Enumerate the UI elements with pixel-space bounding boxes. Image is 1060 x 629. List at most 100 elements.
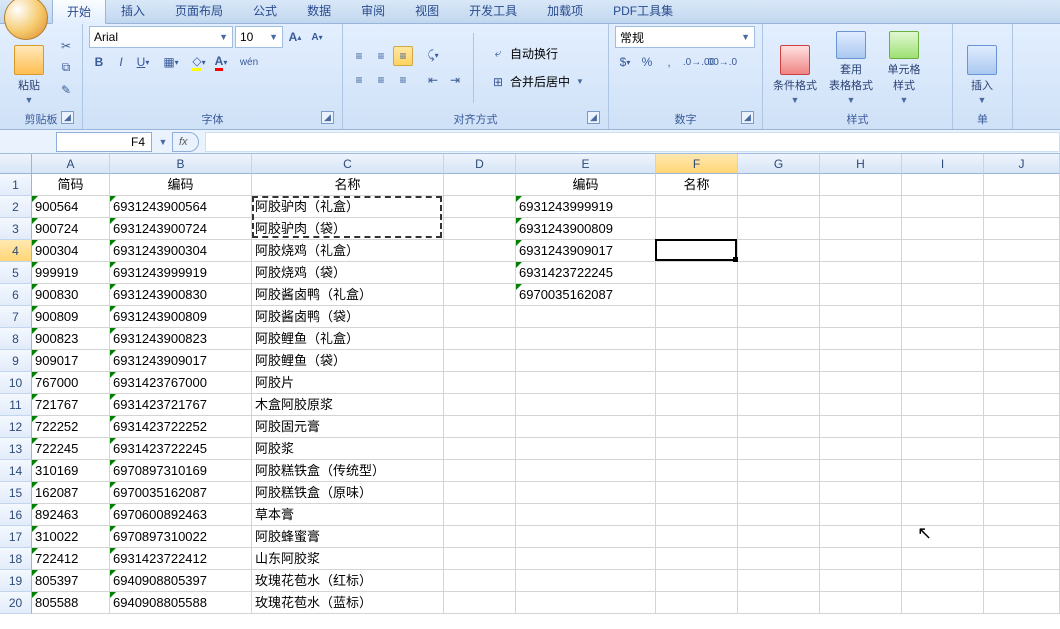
cell-A13[interactable]: 722245 [32, 438, 110, 460]
cell-A10[interactable]: 767000 [32, 372, 110, 394]
number-dialog-launcher[interactable]: ◢ [741, 111, 754, 124]
cell-F3[interactable] [656, 218, 738, 240]
decrease-decimal-button[interactable]: .00→.0 [711, 52, 731, 72]
row-header-8[interactable]: 8 [0, 328, 32, 350]
cell-B9[interactable]: 6931243909017 [110, 350, 252, 372]
cell-A9[interactable]: 909017 [32, 350, 110, 372]
conditional-format-button[interactable]: 条件格式 ▼ [769, 29, 821, 107]
cell-J7[interactable] [984, 306, 1060, 328]
row-header-11[interactable]: 11 [0, 394, 32, 416]
cell-D13[interactable] [444, 438, 516, 460]
cell-E2[interactable]: 6931243999919 [516, 196, 656, 218]
cell-D14[interactable] [444, 460, 516, 482]
cell-A8[interactable]: 900823 [32, 328, 110, 350]
cell-A7[interactable]: 900809 [32, 306, 110, 328]
cell-B4[interactable]: 6931243900304 [110, 240, 252, 262]
name-box-dropdown[interactable]: ▼ [154, 132, 172, 152]
align-center-button[interactable]: ≡ [371, 70, 391, 90]
row-header-18[interactable]: 18 [0, 548, 32, 570]
cell-I3[interactable] [902, 218, 984, 240]
cell-G12[interactable] [738, 416, 820, 438]
cell-D11[interactable] [444, 394, 516, 416]
cell-G17[interactable] [738, 526, 820, 548]
fx-button[interactable]: fx [172, 132, 199, 152]
cell-C5[interactable]: 阿胶烧鸡（袋） [252, 262, 444, 284]
cell-A20[interactable]: 805588 [32, 592, 110, 614]
select-all-corner[interactable] [0, 154, 32, 174]
cut-button[interactable]: ✂ [56, 36, 76, 56]
row-header-20[interactable]: 20 [0, 592, 32, 614]
cell-C15[interactable]: 阿胶糕铁盒（原味） [252, 482, 444, 504]
cell-B16[interactable]: 6970600892463 [110, 504, 252, 526]
cell-A17[interactable]: 310022 [32, 526, 110, 548]
cell-H14[interactable] [820, 460, 902, 482]
cell-J4[interactable] [984, 240, 1060, 262]
cell-A15[interactable]: 162087 [32, 482, 110, 504]
cell-C12[interactable]: 阿胶固元膏 [252, 416, 444, 438]
align-left-button[interactable]: ≡ [349, 70, 369, 90]
bold-button[interactable]: B [89, 52, 109, 72]
font-dialog-launcher[interactable]: ◢ [321, 111, 334, 124]
cell-E10[interactable] [516, 372, 656, 394]
cell-F19[interactable] [656, 570, 738, 592]
cell-D20[interactable] [444, 592, 516, 614]
row-header-15[interactable]: 15 [0, 482, 32, 504]
col-header-J[interactable]: J [984, 154, 1060, 174]
cell-G20[interactable] [738, 592, 820, 614]
cell-E11[interactable] [516, 394, 656, 416]
cell-C16[interactable]: 草本膏 [252, 504, 444, 526]
cell-F10[interactable] [656, 372, 738, 394]
cell-D16[interactable] [444, 504, 516, 526]
cell-B1[interactable]: 编码 [110, 174, 252, 196]
ribbon-tab-0[interactable]: 开始 [52, 0, 106, 24]
row-header-16[interactable]: 16 [0, 504, 32, 526]
cell-A4[interactable]: 900304 [32, 240, 110, 262]
currency-button[interactable]: $▾ [615, 52, 635, 72]
cell-D8[interactable] [444, 328, 516, 350]
row-header-10[interactable]: 10 [0, 372, 32, 394]
cell-H5[interactable] [820, 262, 902, 284]
cell-B17[interactable]: 6970897310022 [110, 526, 252, 548]
col-header-A[interactable]: A [32, 154, 110, 174]
cell-B6[interactable]: 6931243900830 [110, 284, 252, 306]
format-as-table-button[interactable]: 套用 表格格式 ▼ [825, 29, 877, 107]
cell-I8[interactable] [902, 328, 984, 350]
cell-D7[interactable] [444, 306, 516, 328]
cell-F6[interactable] [656, 284, 738, 306]
row-header-14[interactable]: 14 [0, 460, 32, 482]
cell-D5[interactable] [444, 262, 516, 284]
cell-D15[interactable] [444, 482, 516, 504]
cell-E18[interactable] [516, 548, 656, 570]
cell-B8[interactable]: 6931243900823 [110, 328, 252, 350]
cell-G2[interactable] [738, 196, 820, 218]
col-header-C[interactable]: C [252, 154, 444, 174]
border-button[interactable]: ▦▾ [161, 52, 181, 72]
row-header-5[interactable]: 5 [0, 262, 32, 284]
cell-B7[interactable]: 6931243900809 [110, 306, 252, 328]
cell-I14[interactable] [902, 460, 984, 482]
cell-G16[interactable] [738, 504, 820, 526]
cell-D6[interactable] [444, 284, 516, 306]
underline-button[interactable]: U▾ [133, 52, 153, 72]
cell-C20[interactable]: 玫瑰花苞水（蓝标） [252, 592, 444, 614]
ribbon-tab-2[interactable]: 页面布局 [160, 0, 238, 23]
cell-B3[interactable]: 6931243900724 [110, 218, 252, 240]
cell-E20[interactable] [516, 592, 656, 614]
cell-J8[interactable] [984, 328, 1060, 350]
cell-D2[interactable] [444, 196, 516, 218]
cell-B2[interactable]: 6931243900564 [110, 196, 252, 218]
align-top-button[interactable]: ≡ [349, 46, 369, 66]
col-header-H[interactable]: H [820, 154, 902, 174]
cell-D3[interactable] [444, 218, 516, 240]
cell-I10[interactable] [902, 372, 984, 394]
cell-E19[interactable] [516, 570, 656, 592]
cell-I4[interactable] [902, 240, 984, 262]
cell-G1[interactable] [738, 174, 820, 196]
cell-I6[interactable] [902, 284, 984, 306]
cell-B15[interactable]: 6970035162087 [110, 482, 252, 504]
ribbon-tab-6[interactable]: 视图 [400, 0, 454, 23]
cell-H3[interactable] [820, 218, 902, 240]
ribbon-tab-9[interactable]: PDF工具集 [598, 0, 688, 23]
cell-G13[interactable] [738, 438, 820, 460]
cell-D1[interactable] [444, 174, 516, 196]
